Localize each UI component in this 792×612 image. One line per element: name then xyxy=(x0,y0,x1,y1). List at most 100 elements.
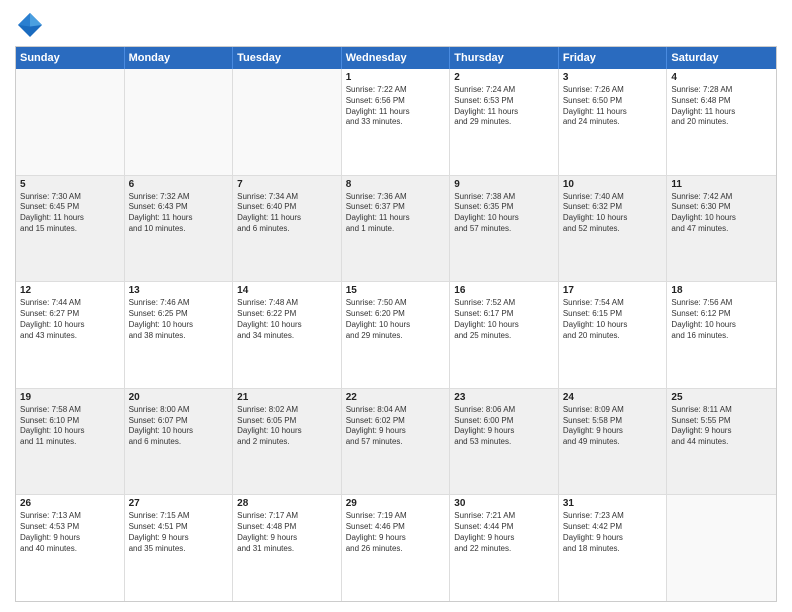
day-number: 13 xyxy=(129,285,229,296)
day-number: 27 xyxy=(129,498,229,509)
calendar-row-1: 5 Sunrise: 7:30 AM Sunset: 6:45 PM Daylig… xyxy=(16,176,776,283)
cell-text: Sunrise: 7:54 AM Sunset: 6:15 PM Dayligh… xyxy=(563,298,663,341)
day-number: 21 xyxy=(237,392,337,403)
calendar-cell-4-3: 29Sunrise: 7:19 AM Sunset: 4:46 PM Dayli… xyxy=(342,495,451,601)
weekday-header-friday: Friday xyxy=(559,47,668,69)
day-number: 30 xyxy=(454,498,554,509)
day-number: 22 xyxy=(346,392,446,403)
calendar-header: SundayMondayTuesdayWednesdayThursdayFrid… xyxy=(16,47,776,69)
cell-text: Sunrise: 7:17 AM Sunset: 4:48 PM Dayligh… xyxy=(237,511,337,554)
day-number: 9 xyxy=(454,179,554,190)
cell-text: Sunrise: 7:15 AM Sunset: 4:51 PM Dayligh… xyxy=(129,511,229,554)
cell-text: Sunrise: 8:06 AM Sunset: 6:00 PM Dayligh… xyxy=(454,405,554,448)
cell-text: Sunrise: 7:46 AM Sunset: 6:25 PM Dayligh… xyxy=(129,298,229,341)
day-number: 16 xyxy=(454,285,554,296)
calendar-cell-4-2: 28 Sunrise: 7:17 AM Sunset: 4:48 PM Dayli… xyxy=(233,495,342,601)
day-number: 25 xyxy=(671,392,772,403)
calendar-row-3: 19Sunrise: 7:58 AM Sunset: 6:10 PM Dayli… xyxy=(16,389,776,496)
calendar-cell-2-3: 15Sunrise: 7:50 AM Sunset: 6:20 PM Dayli… xyxy=(342,282,451,388)
cell-text: Sunrise: 7:56 AM Sunset: 6:12 PM Dayligh… xyxy=(671,298,772,341)
calendar-cell-1-0: 5 Sunrise: 7:30 AM Sunset: 6:45 PM Daylig… xyxy=(16,176,125,282)
cell-text: Sunrise: 7:42 AM Sunset: 6:30 PM Dayligh… xyxy=(671,192,772,235)
cell-text: Sunrise: 7:23 AM Sunset: 4:42 PM Dayligh… xyxy=(563,511,663,554)
cell-text: Sunrise: 7:40 AM Sunset: 6:32 PM Dayligh… xyxy=(563,192,663,235)
calendar-cell-2-6: 18Sunrise: 7:56 AM Sunset: 6:12 PM Dayli… xyxy=(667,282,776,388)
weekday-header-monday: Monday xyxy=(125,47,234,69)
calendar-cell-3-6: 25 Sunrise: 8:11 AM Sunset: 5:55 PM Dayli… xyxy=(667,389,776,495)
day-number: 29 xyxy=(346,498,446,509)
calendar-cell-2-1: 13 Sunrise: 7:46 AM Sunset: 6:25 PM Dayli… xyxy=(125,282,234,388)
cell-text: Sunrise: 8:02 AM Sunset: 6:05 PM Dayligh… xyxy=(237,405,337,448)
cell-text: Sunrise: 7:44 AM Sunset: 6:27 PM Dayligh… xyxy=(20,298,120,341)
cell-text: Sunrise: 7:21 AM Sunset: 4:44 PM Dayligh… xyxy=(454,511,554,554)
day-number: 15 xyxy=(346,285,446,296)
cell-text: Sunrise: 7:22 AM Sunset: 6:56 PM Dayligh… xyxy=(346,85,446,128)
calendar-cell-2-4: 16 Sunrise: 7:52 AM Sunset: 6:17 PM Dayli… xyxy=(450,282,559,388)
logo xyxy=(15,10,49,40)
day-number: 26 xyxy=(20,498,120,509)
cell-text: Sunrise: 8:09 AM Sunset: 5:58 PM Dayligh… xyxy=(563,405,663,448)
calendar-cell-4-4: 30 Sunrise: 7:21 AM Sunset: 4:44 PM Dayli… xyxy=(450,495,559,601)
calendar: SundayMondayTuesdayWednesdayThursdayFrid… xyxy=(15,46,777,602)
calendar-row-2: 12 Sunrise: 7:44 AM Sunset: 6:27 PM Dayli… xyxy=(16,282,776,389)
calendar-cell-0-3: 1 Sunrise: 7:22 AM Sunset: 6:56 PM Daylig… xyxy=(342,69,451,175)
cell-text: Sunrise: 7:48 AM Sunset: 6:22 PM Dayligh… xyxy=(237,298,337,341)
calendar-body: 1 Sunrise: 7:22 AM Sunset: 6:56 PM Daylig… xyxy=(16,69,776,601)
day-number: 14 xyxy=(237,285,337,296)
calendar-cell-3-3: 22 Sunrise: 8:04 AM Sunset: 6:02 PM Dayli… xyxy=(342,389,451,495)
day-number: 12 xyxy=(20,285,120,296)
calendar-cell-0-4: 2 Sunrise: 7:24 AM Sunset: 6:53 PM Daylig… xyxy=(450,69,559,175)
weekday-header-tuesday: Tuesday xyxy=(233,47,342,69)
logo-icon xyxy=(15,10,45,40)
weekday-header-thursday: Thursday xyxy=(450,47,559,69)
weekday-header-wednesday: Wednesday xyxy=(342,47,451,69)
calendar-cell-0-1 xyxy=(125,69,234,175)
day-number: 28 xyxy=(237,498,337,509)
day-number: 23 xyxy=(454,392,554,403)
calendar-row-4: 26Sunrise: 7:13 AM Sunset: 4:53 PM Dayli… xyxy=(16,495,776,601)
day-number: 2 xyxy=(454,72,554,83)
day-number: 11 xyxy=(671,179,772,190)
page: SundayMondayTuesdayWednesdayThursdayFrid… xyxy=(0,0,792,612)
calendar-cell-2-2: 14 Sunrise: 7:48 AM Sunset: 6:22 PM Dayli… xyxy=(233,282,342,388)
calendar-cell-4-1: 27 Sunrise: 7:15 AM Sunset: 4:51 PM Dayli… xyxy=(125,495,234,601)
day-number: 7 xyxy=(237,179,337,190)
calendar-row-0: 1 Sunrise: 7:22 AM Sunset: 6:56 PM Daylig… xyxy=(16,69,776,176)
calendar-cell-4-6 xyxy=(667,495,776,601)
cell-text: Sunrise: 7:36 AM Sunset: 6:37 PM Dayligh… xyxy=(346,192,446,235)
cell-text: Sunrise: 7:32 AM Sunset: 6:43 PM Dayligh… xyxy=(129,192,229,235)
day-number: 3 xyxy=(563,72,663,83)
weekday-header-sunday: Sunday xyxy=(16,47,125,69)
cell-text: Sunrise: 7:52 AM Sunset: 6:17 PM Dayligh… xyxy=(454,298,554,341)
day-number: 24 xyxy=(563,392,663,403)
calendar-cell-2-0: 12 Sunrise: 7:44 AM Sunset: 6:27 PM Dayli… xyxy=(16,282,125,388)
day-number: 5 xyxy=(20,179,120,190)
cell-text: Sunrise: 8:11 AM Sunset: 5:55 PM Dayligh… xyxy=(671,405,772,448)
calendar-cell-3-0: 19Sunrise: 7:58 AM Sunset: 6:10 PM Dayli… xyxy=(16,389,125,495)
calendar-cell-3-5: 24 Sunrise: 8:09 AM Sunset: 5:58 PM Dayli… xyxy=(559,389,668,495)
cell-text: Sunrise: 7:30 AM Sunset: 6:45 PM Dayligh… xyxy=(20,192,120,235)
calendar-cell-3-2: 21 Sunrise: 8:02 AM Sunset: 6:05 PM Dayli… xyxy=(233,389,342,495)
day-number: 1 xyxy=(346,72,446,83)
cell-text: Sunrise: 7:38 AM Sunset: 6:35 PM Dayligh… xyxy=(454,192,554,235)
cell-text: Sunrise: 7:24 AM Sunset: 6:53 PM Dayligh… xyxy=(454,85,554,128)
day-number: 31 xyxy=(563,498,663,509)
calendar-cell-3-1: 20Sunrise: 8:00 AM Sunset: 6:07 PM Dayli… xyxy=(125,389,234,495)
calendar-cell-1-4: 9 Sunrise: 7:38 AM Sunset: 6:35 PM Daylig… xyxy=(450,176,559,282)
cell-text: Sunrise: 7:28 AM Sunset: 6:48 PM Dayligh… xyxy=(671,85,772,128)
day-number: 17 xyxy=(563,285,663,296)
cell-text: Sunrise: 8:04 AM Sunset: 6:02 PM Dayligh… xyxy=(346,405,446,448)
calendar-cell-0-5: 3 Sunrise: 7:26 AM Sunset: 6:50 PM Daylig… xyxy=(559,69,668,175)
cell-text: Sunrise: 7:26 AM Sunset: 6:50 PM Dayligh… xyxy=(563,85,663,128)
header xyxy=(15,10,777,40)
calendar-cell-0-0 xyxy=(16,69,125,175)
cell-text: Sunrise: 8:00 AM Sunset: 6:07 PM Dayligh… xyxy=(129,405,229,448)
day-number: 4 xyxy=(671,72,772,83)
calendar-cell-1-5: 10 Sunrise: 7:40 AM Sunset: 6:32 PM Dayli… xyxy=(559,176,668,282)
day-number: 10 xyxy=(563,179,663,190)
calendar-cell-0-6: 4 Sunrise: 7:28 AM Sunset: 6:48 PM Daylig… xyxy=(667,69,776,175)
calendar-cell-4-5: 31 Sunrise: 7:23 AM Sunset: 4:42 PM Dayli… xyxy=(559,495,668,601)
calendar-cell-1-1: 6Sunrise: 7:32 AM Sunset: 6:43 PM Daylig… xyxy=(125,176,234,282)
cell-text: Sunrise: 7:34 AM Sunset: 6:40 PM Dayligh… xyxy=(237,192,337,235)
calendar-cell-2-5: 17 Sunrise: 7:54 AM Sunset: 6:15 PM Dayli… xyxy=(559,282,668,388)
